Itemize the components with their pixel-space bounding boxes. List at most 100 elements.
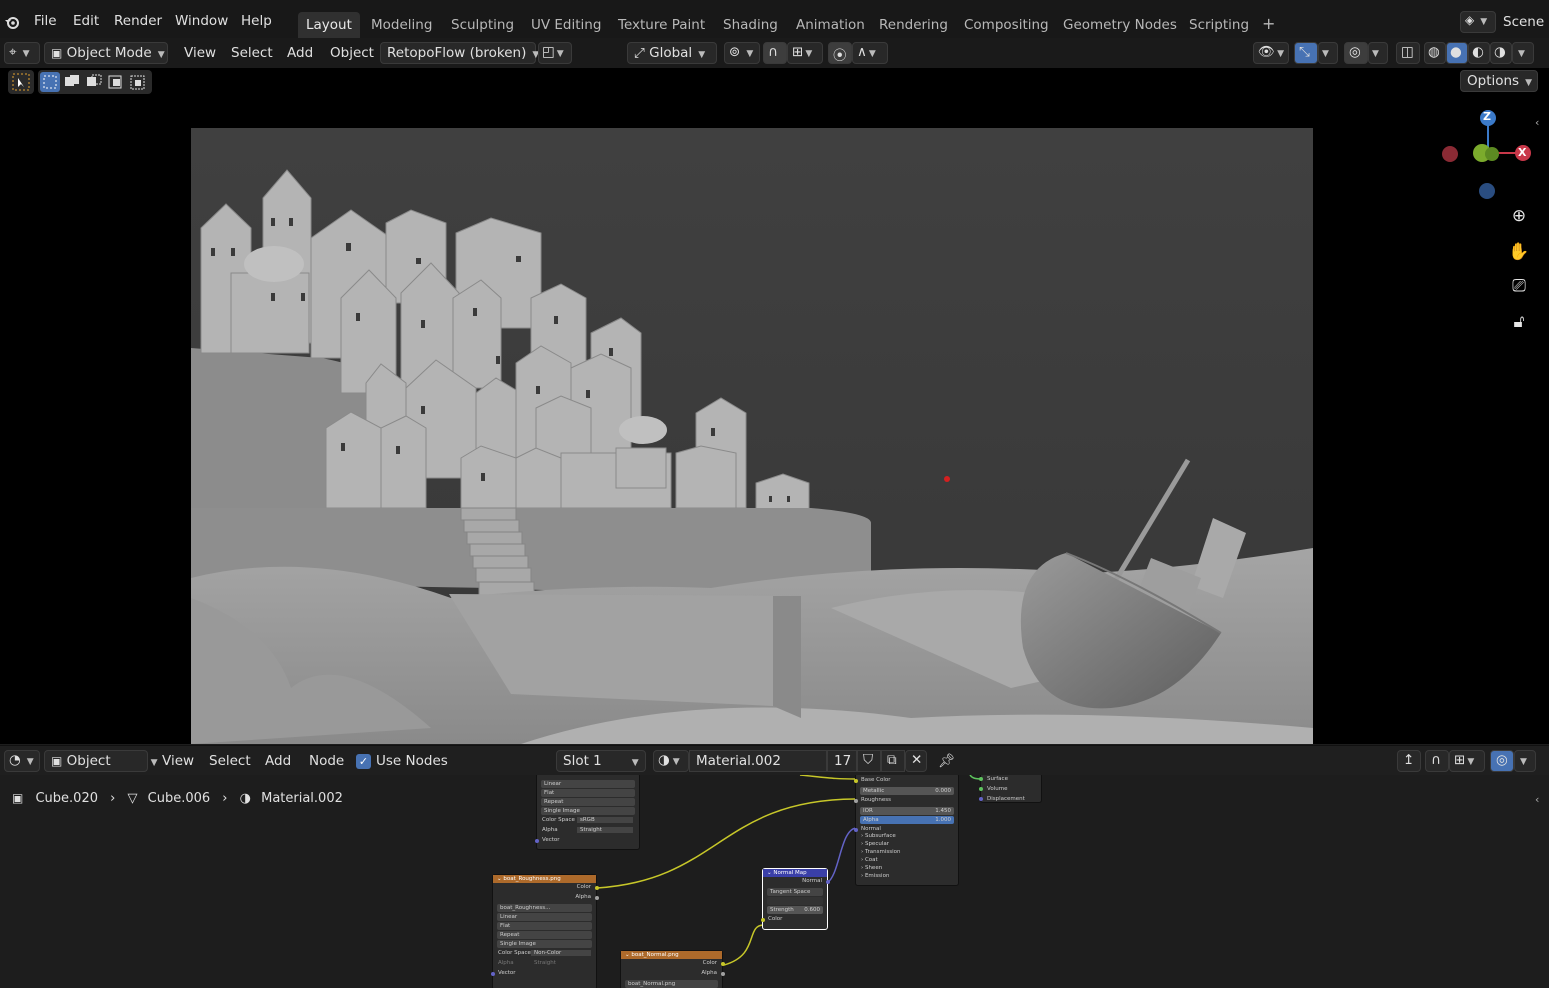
menu-window[interactable]: Window <box>175 13 228 29</box>
retopoflow-dropdown[interactable]: RetopoFlow (broken) ▼ <box>380 42 539 64</box>
menu-render[interactable]: Render <box>114 13 162 29</box>
node-menu-node[interactable]: Node <box>305 750 348 772</box>
extension-field[interactable]: Repeat <box>497 931 592 939</box>
solid-shading-button[interactable]: ● <box>1446 42 1468 64</box>
alpha-output-socket[interactable] <box>595 896 599 900</box>
displacement-socket[interactable] <box>979 797 983 801</box>
panel-subsurface[interactable]: › Subsurface <box>856 833 958 841</box>
panel-emission[interactable]: › Emission <box>856 873 958 881</box>
tab-layout[interactable]: Layout <box>298 12 360 38</box>
projection-field[interactable]: Flat <box>497 922 592 930</box>
pan-hand-icon[interactable]: ✋ <box>1505 238 1533 266</box>
panel-sheen[interactable]: › Sheen <box>856 865 958 873</box>
wireframe-shading-button[interactable]: ◍ <box>1424 42 1446 64</box>
blender-logo-icon[interactable] <box>4 14 20 30</box>
vector-socket[interactable] <box>491 972 495 976</box>
rendered-shading-button[interactable]: ◑ <box>1490 42 1512 64</box>
menu-edit[interactable]: Edit <box>73 13 99 29</box>
tab-texture-paint[interactable]: Texture Paint <box>610 12 713 38</box>
node-snap-options-button[interactable]: ⊞ ▼ <box>1449 750 1485 772</box>
tab-modeling[interactable]: Modeling <box>363 12 440 38</box>
lock-icon[interactable]: 🔓︎ <box>1505 308 1533 336</box>
snap-target-button[interactable]: ⊞ ▼ <box>787 42 823 64</box>
image-file-field[interactable]: boat_Roughness... <box>497 904 592 912</box>
material-name-field[interactable]: Material.002 <box>689 750 827 772</box>
select-extend-button[interactable] <box>62 72 82 92</box>
color-space-value[interactable]: Non-Color <box>531 950 591 956</box>
duplicate-material-button[interactable]: ⧉ <box>881 750 905 772</box>
menu-add[interactable]: Add <box>283 42 317 64</box>
alpha-value[interactable]: Straight <box>577 827 633 833</box>
extension-field[interactable]: Repeat <box>541 798 635 806</box>
roughness-node-header[interactable]: ⌄ boat_Roughness.png <box>493 875 596 883</box>
slot-dropdown[interactable]: Slot 1 ▼ <box>556 750 646 772</box>
interpolation-field[interactable]: Linear <box>541 780 635 788</box>
normal-map-node[interactable]: ⌄ Normal Map Normal Tangent Space Streng… <box>761 868 830 930</box>
image-file-field[interactable]: boat_Normal.png <box>625 980 718 988</box>
color-space-value[interactable]: sRGB <box>577 817 633 823</box>
gizmo-toggle[interactable]: ⤡ <box>1294 42 1318 64</box>
tab-compositing[interactable]: Compositing <box>956 12 1057 38</box>
node-overlays-toggle[interactable]: ◎ <box>1490 750 1514 772</box>
use-nodes-label[interactable]: Use Nodes <box>372 750 452 772</box>
color-output-socket[interactable] <box>595 886 599 890</box>
snap-toggle[interactable]: ∩ <box>763 42 787 64</box>
navigation-gizmo[interactable]: Z X <box>1438 108 1538 208</box>
volume-socket[interactable] <box>979 787 983 791</box>
roughness-image-node[interactable]: ⌄ boat_Roughness.png Color Alpha boat_Ro… <box>491 874 599 988</box>
overlays-options-button[interactable]: ▼ <box>1368 42 1388 64</box>
overlays-toggle[interactable]: ◎ <box>1344 42 1368 64</box>
transform-orientation-dropdown[interactable]: ⤢ Global ▼ <box>627 42 717 64</box>
tab-sculpting[interactable]: Sculpting <box>443 12 522 38</box>
viewport-options-dropdown[interactable]: Options ▼ <box>1460 70 1538 92</box>
normal-image-node-header[interactable]: ⌄ boat_Normal.png <box>621 951 722 959</box>
scene-selector-button[interactable]: ◈ ▼ <box>1460 11 1496 33</box>
tool-select-box-button[interactable] <box>8 70 34 94</box>
shading-options-button[interactable]: ▼ <box>1512 42 1534 64</box>
select-invert-button[interactable] <box>106 72 126 92</box>
projection-field[interactable]: Flat <box>541 789 635 797</box>
menu-view[interactable]: View <box>180 42 220 64</box>
panel-specular[interactable]: › Specular <box>856 841 958 849</box>
surface-socket[interactable] <box>979 777 983 781</box>
normal-map-node-header[interactable]: ⌄ Normal Map <box>763 869 827 877</box>
alpha-field[interactable]: Alpha 1.000 <box>860 816 954 824</box>
retopoflow-options-button[interactable]: ◰ ▼ <box>538 42 572 64</box>
normal-output-socket[interactable] <box>826 880 830 884</box>
gizmo-options-button[interactable]: ▼ <box>1318 42 1338 64</box>
add-workspace-button[interactable]: + <box>1254 12 1283 38</box>
strength-field[interactable]: Strength 0.600 <box>767 906 823 914</box>
scene-name[interactable]: Scene <box>1503 14 1544 30</box>
base-color-socket[interactable] <box>854 779 858 783</box>
editor-type-button[interactable]: ⌖ ▼ <box>4 42 40 64</box>
pivot-point-button[interactable]: ⊚ ▼ <box>724 42 760 64</box>
tab-scripting[interactable]: Scripting <box>1181 12 1257 38</box>
browse-material-button[interactable]: ◑ ▼ <box>653 750 689 772</box>
vector-socket[interactable] <box>535 839 539 843</box>
normal-image-node[interactable]: ⌄ boat_Normal.png Color Alpha boat_Norma… <box>620 950 725 988</box>
fake-user-button[interactable]: ⛉ <box>857 750 881 772</box>
shader-type-dropdown[interactable]: ▣ Object ▼ <box>44 750 158 772</box>
proportional-falloff-button[interactable]: ∧ ▼ <box>852 42 888 64</box>
node-overlays-options[interactable]: ▼ <box>1514 750 1536 772</box>
color-output-socket[interactable] <box>721 962 725 966</box>
object-visibility-button[interactable]: 👁 ▼ <box>1253 42 1289 64</box>
panel-coat[interactable]: › Coat <box>856 857 958 865</box>
node-editor-canvas[interactable]: ▣ Cube.020 › ▽ Cube.006 › ◑ Material.002… <box>0 775 1549 988</box>
menu-object[interactable]: Object <box>326 42 378 64</box>
uv-map-field[interactable] <box>767 897 823 905</box>
node-snap-toggle[interactable]: ∩ <box>1425 750 1449 772</box>
zoom-icon[interactable]: ⊕ <box>1505 202 1533 230</box>
normal-input-socket[interactable] <box>854 828 858 832</box>
source-field[interactable]: Single Image <box>541 807 635 815</box>
material-shading-button[interactable]: ◐ <box>1468 42 1490 64</box>
material-users-count[interactable]: 17 <box>827 750 857 772</box>
tab-shading[interactable]: Shading <box>715 12 786 38</box>
node-editor-type-button[interactable]: ◔ ▼ <box>4 750 40 772</box>
pin-icon[interactable]: 📌︎ <box>934 750 959 772</box>
proportional-edit-toggle[interactable]: ⦿ <box>828 42 852 64</box>
select-new-button[interactable] <box>40 72 60 92</box>
tab-animation[interactable]: Animation <box>788 12 873 38</box>
node-menu-view[interactable]: View <box>158 750 198 772</box>
principled-bsdf-node[interactable]: Base Color Metallic 0.000 Roughness IOR 1.… <box>854 775 959 886</box>
